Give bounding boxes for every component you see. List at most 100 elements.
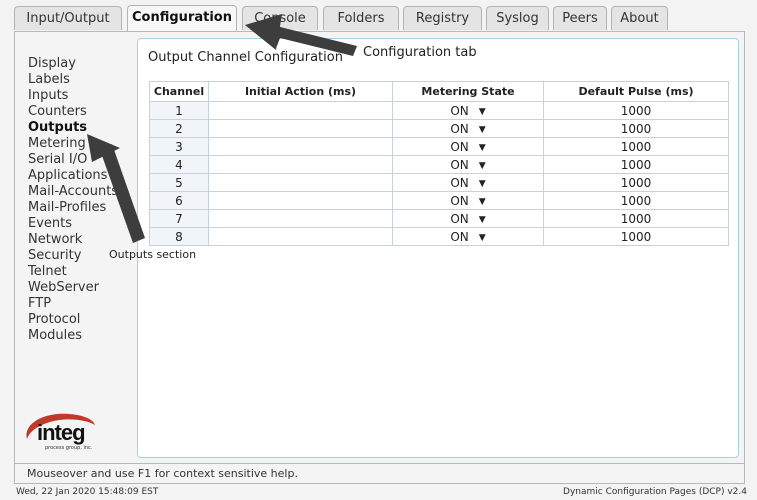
metering-state-select[interactable]: ON ▼ bbox=[450, 158, 485, 172]
tab-configuration[interactable]: Configuration bbox=[127, 5, 237, 32]
annotation-config-tab: Configuration tab bbox=[363, 45, 477, 60]
dropdown-arrow-icon: ▼ bbox=[478, 142, 486, 153]
dropdown-arrow-icon: ▼ bbox=[478, 214, 486, 225]
metering-cell: ON ▼ bbox=[392, 101, 544, 120]
metering-value: ON bbox=[450, 139, 469, 154]
default-pulse-field[interactable]: 1000 bbox=[543, 173, 729, 192]
dropdown-arrow-icon: ▼ bbox=[478, 106, 486, 117]
default-pulse-field[interactable]: 1000 bbox=[543, 155, 729, 174]
metering-value: ON bbox=[450, 103, 469, 118]
initial-action-field[interactable] bbox=[208, 155, 393, 174]
tab-input-output[interactable]: Input/Output bbox=[14, 6, 122, 30]
initial-action-field[interactable] bbox=[208, 227, 393, 246]
header-channel: Channel bbox=[149, 81, 209, 102]
sidebar-item-display[interactable]: Display bbox=[28, 56, 128, 72]
logo-wordmark: integ bbox=[37, 420, 86, 445]
sidebar-item-events[interactable]: Events bbox=[28, 216, 128, 232]
sidebar-item-webserver[interactable]: WebServer bbox=[28, 280, 128, 296]
channel-number: 6 bbox=[149, 191, 209, 210]
output-channel-table: Channel Initial Action (ms) Metering Sta… bbox=[149, 81, 729, 246]
sidebar-item-network[interactable]: Network bbox=[28, 232, 128, 248]
output-config-panel: Output Channel Configuration Channel Ini… bbox=[137, 38, 739, 458]
metering-state-select[interactable]: ON ▼ bbox=[450, 122, 485, 136]
metering-value: ON bbox=[450, 229, 469, 244]
table-row: 4 ON ▼ 1000 bbox=[149, 155, 729, 174]
tab-peers[interactable]: Peers bbox=[553, 6, 607, 30]
sidebar-item-metering[interactable]: Metering bbox=[28, 136, 128, 152]
channel-number: 4 bbox=[149, 155, 209, 174]
sidebar-item-counters[interactable]: Counters bbox=[28, 104, 128, 120]
metering-state-select[interactable]: ON ▼ bbox=[450, 104, 485, 118]
header-metering-state: Metering State bbox=[392, 81, 544, 102]
sidebar-item-labels[interactable]: Labels bbox=[28, 72, 128, 88]
header-initial-action: Initial Action (ms) bbox=[208, 81, 393, 102]
table-row: 7 ON ▼ 1000 bbox=[149, 209, 729, 228]
sidebar-item-applications[interactable]: Applications bbox=[28, 168, 128, 184]
sidebar-item-ftp[interactable]: FTP bbox=[28, 296, 128, 312]
sidebar-item-modules[interactable]: Modules bbox=[28, 328, 128, 344]
metering-cell: ON ▼ bbox=[392, 227, 544, 246]
dropdown-arrow-icon: ▼ bbox=[478, 178, 486, 189]
tab-console[interactable]: Console bbox=[242, 6, 318, 30]
initial-action-field[interactable] bbox=[208, 209, 393, 228]
channel-number: 3 bbox=[149, 137, 209, 156]
initial-action-field[interactable] bbox=[208, 191, 393, 210]
metering-state-select[interactable]: ON ▼ bbox=[450, 140, 485, 154]
channel-number: 7 bbox=[149, 209, 209, 228]
initial-action-field[interactable] bbox=[208, 137, 393, 156]
dropdown-arrow-icon: ▼ bbox=[478, 124, 486, 135]
metering-cell: ON ▼ bbox=[392, 137, 544, 156]
default-pulse-field[interactable]: 1000 bbox=[543, 137, 729, 156]
table-row: 6 ON ▼ 1000 bbox=[149, 191, 729, 210]
default-pulse-field[interactable]: 1000 bbox=[543, 227, 729, 246]
initial-action-field[interactable] bbox=[208, 173, 393, 192]
tab-syslog[interactable]: Syslog bbox=[486, 6, 549, 30]
sidebar-item-protocol[interactable]: Protocol bbox=[28, 312, 128, 328]
table-header-row: Channel Initial Action (ms) Metering Sta… bbox=[149, 81, 729, 102]
default-pulse-field[interactable]: 1000 bbox=[543, 101, 729, 120]
default-pulse-field[interactable]: 1000 bbox=[543, 119, 729, 138]
sidebar-nav: Display Labels Inputs Counters Outputs M… bbox=[28, 56, 128, 344]
channel-number: 2 bbox=[149, 119, 209, 138]
dropdown-arrow-icon: ▼ bbox=[478, 196, 486, 207]
channel-number: 8 bbox=[149, 227, 209, 246]
metering-value: ON bbox=[450, 211, 469, 226]
header-default-pulse: Default Pulse (ms) bbox=[543, 81, 729, 102]
metering-cell: ON ▼ bbox=[392, 209, 544, 228]
metering-value: ON bbox=[450, 121, 469, 136]
table-row: 3 ON ▼ 1000 bbox=[149, 137, 729, 156]
metering-state-select[interactable]: ON ▼ bbox=[450, 176, 485, 190]
default-pulse-field[interactable]: 1000 bbox=[543, 191, 729, 210]
tab-folders[interactable]: Folders bbox=[323, 6, 399, 30]
metering-value: ON bbox=[450, 157, 469, 172]
footer-product-version: Dynamic Configuration Pages (DCP) v2.4 bbox=[563, 487, 747, 497]
table-row: 1 ON ▼ 1000 bbox=[149, 101, 729, 120]
integ-logo: integ process group, inc. bbox=[23, 409, 99, 454]
initial-action-field[interactable] bbox=[208, 119, 393, 138]
channel-number: 1 bbox=[149, 101, 209, 120]
sidebar-item-telnet[interactable]: Telnet bbox=[28, 264, 128, 280]
sidebar-item-mail-profiles[interactable]: Mail-Profiles bbox=[28, 200, 128, 216]
metering-value: ON bbox=[450, 175, 469, 190]
metering-cell: ON ▼ bbox=[392, 191, 544, 210]
dropdown-arrow-icon: ▼ bbox=[478, 232, 486, 243]
help-status-bar: Mouseover and use F1 for context sensiti… bbox=[14, 464, 745, 484]
sidebar-item-mail-accounts[interactable]: Mail-Accounts bbox=[28, 184, 128, 200]
sidebar-item-serial-io[interactable]: Serial I/O bbox=[28, 152, 128, 168]
metering-state-select[interactable]: ON ▼ bbox=[450, 212, 485, 226]
sidebar-item-outputs[interactable]: Outputs bbox=[28, 120, 128, 136]
metering-state-select[interactable]: ON ▼ bbox=[450, 194, 485, 208]
initial-action-field[interactable] bbox=[208, 101, 393, 120]
panel-title: Output Channel Configuration bbox=[148, 50, 343, 65]
metering-state-select[interactable]: ON ▼ bbox=[450, 230, 485, 244]
default-pulse-field[interactable]: 1000 bbox=[543, 209, 729, 228]
dropdown-arrow-icon: ▼ bbox=[478, 160, 486, 171]
tab-registry[interactable]: Registry bbox=[403, 6, 482, 30]
table-row: 8 ON ▼ 1000 bbox=[149, 227, 729, 246]
metering-value: ON bbox=[450, 193, 469, 208]
metering-cell: ON ▼ bbox=[392, 173, 544, 192]
tab-about[interactable]: About bbox=[611, 6, 668, 30]
sidebar-item-inputs[interactable]: Inputs bbox=[28, 88, 128, 104]
table-row: 5 ON ▼ 1000 bbox=[149, 173, 729, 192]
logo-tagline: process group, inc. bbox=[45, 445, 93, 451]
